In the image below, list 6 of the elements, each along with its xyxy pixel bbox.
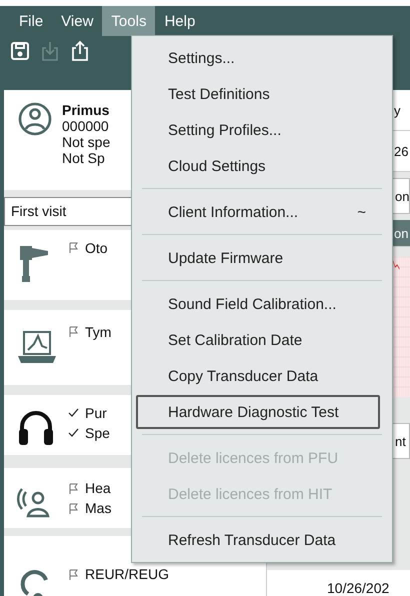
- client-detail: Not spe: [62, 134, 110, 150]
- client-detail: Not Sp: [62, 150, 106, 166]
- client-name: Primus: [62, 102, 110, 118]
- shortcut-text: ~: [357, 204, 366, 220]
- client-id: 000000: [62, 118, 110, 134]
- date-text: 10/26/202: [267, 570, 410, 596]
